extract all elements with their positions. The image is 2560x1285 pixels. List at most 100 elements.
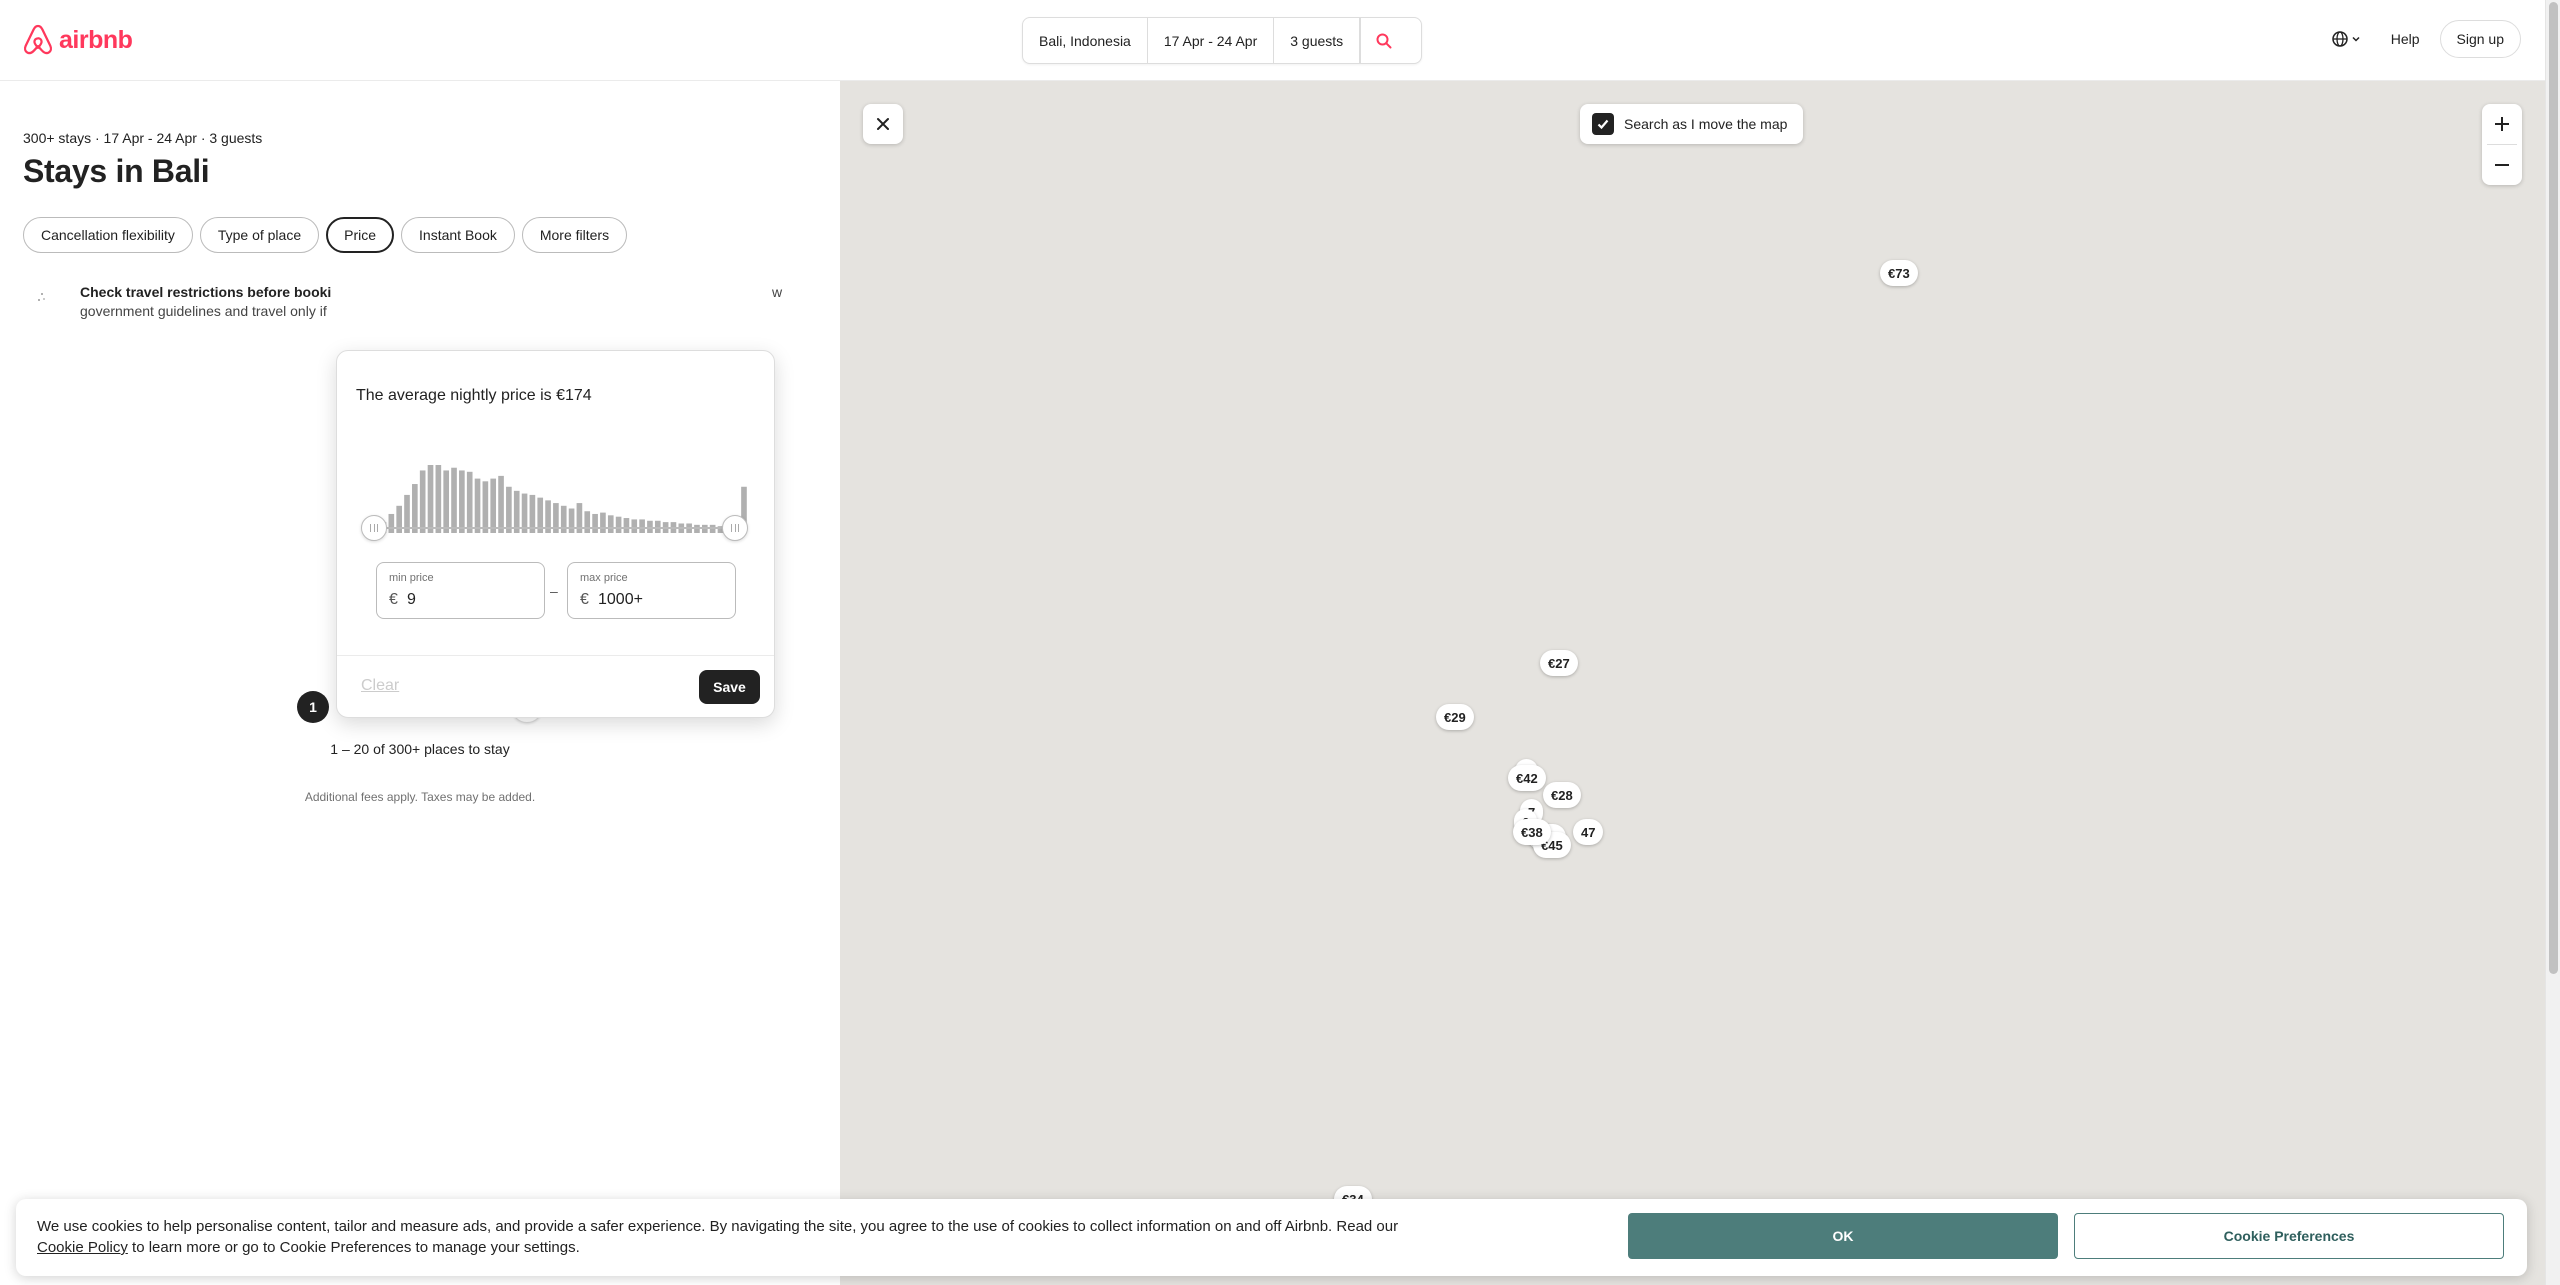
cookie-policy-link[interactable]: Cookie Policy [37,1239,128,1256]
search-guests[interactable]: 3 guests [1274,18,1361,63]
price-slider-track [374,527,736,529]
map-price-pin[interactable]: 47 [1573,819,1604,845]
signup-button[interactable]: Sign up [2439,20,2521,58]
filter-type-of-place[interactable]: Type of place [199,217,320,253]
max-price-currency: € [580,591,589,608]
histogram-bar [459,470,465,533]
cookie-text-after: to learn more or go to Cookie Preference… [132,1239,580,1256]
logo-text: airbnb [59,25,133,54]
language-button[interactable] [2322,23,2371,55]
price-filter-popover: The average nightly price is €174 min pr… [336,350,775,718]
histogram-bar [568,508,575,533]
histogram-bar [412,484,418,533]
page-title: Stays in Bali [23,153,210,189]
search-as-move-toggle[interactable]: Search as I move the map [1580,104,1803,144]
max-price-field[interactable]: max price € 1000+ [567,562,736,619]
average-price-text: The average nightly price is €174 [356,387,592,404]
histogram-bar [443,470,450,533]
histogram-bar [498,475,504,533]
min-price-currency: € [389,591,398,608]
histogram-bar [435,465,442,533]
min-price-field[interactable]: min price € 9 [376,562,545,619]
plus-icon [2495,117,2509,131]
zoom-in-button[interactable] [2482,104,2522,144]
page-scrollbar[interactable] [2545,0,2560,1285]
price-histogram [365,465,747,533]
search-icon [1376,33,1392,48]
search-as-move-checkbox[interactable] [1592,113,1614,135]
filter-cancellation-flexibility[interactable]: Cancellation flexibility [23,217,193,253]
fees-note: Additional fees apply. Taxes may be adde… [304,790,536,804]
close-map-button[interactable] [863,104,903,144]
map-price-pin[interactable]: €27 [1540,650,1578,676]
map-price-pin[interactable]: €73 [1880,260,1918,286]
histogram-bar [584,511,591,533]
info-icon [38,293,45,301]
page-1-button[interactable]: 1 [297,691,329,723]
map-price-pin[interactable]: €38 [1513,819,1551,845]
histogram-bar [427,465,434,533]
cookie-ok-button[interactable]: OK [1628,1213,2058,1259]
notice-body: government guidelines and travel only if [80,303,327,319]
header-actions: Help Sign up [2322,20,2521,58]
results-range: 1 – 20 of 300+ places to stay [330,741,510,757]
min-price-value[interactable]: 9 [407,591,416,609]
airbnb-logo[interactable]: airbnb [23,24,133,56]
histogram-bar [615,516,622,533]
map-price-pin[interactable]: €29 [1436,704,1474,730]
search-location[interactable]: Bali, Indonesia [1023,18,1148,63]
price-range-separator: – [550,583,558,599]
grip-icon [731,524,739,532]
zoom-out-button[interactable] [2482,145,2522,185]
help-link[interactable]: Help [2381,23,2430,55]
clear-button[interactable]: Clear [361,677,399,695]
search-dates[interactable]: 17 Apr - 24 Apr [1148,18,1275,63]
cookie-text: We use cookies to help personalise conte… [37,1216,1457,1258]
cookie-preferences-button[interactable]: Cookie Preferences [2074,1213,2504,1259]
cookie-banner: We use cookies to help personalise conte… [16,1199,2527,1276]
min-price-label: min price [389,572,434,584]
max-price-label: max price [580,572,628,584]
scrollbar-thumb[interactable] [2549,2,2558,974]
histogram-bar [600,512,606,533]
chevron-down-icon [2352,36,2360,42]
histogram-bar [490,478,497,533]
grip-icon [370,524,378,532]
popover-divider [337,655,774,656]
histogram-bar [474,478,481,533]
histogram-bar [607,515,614,533]
histogram-bar [482,481,489,533]
results-panel: 300+ stays · 17 Apr - 24 Apr · 3 guests … [0,81,840,1285]
histogram-bar [451,467,457,533]
app-root: airbnb Bali, Indonesia 17 Apr - 24 Apr 3… [0,0,2560,1285]
map-view[interactable]: Search as I move the map €73 €27 €29 3 7… [840,81,2545,1285]
globe-icon [2331,31,2348,47]
search-as-move-label: Search as I move the map [1624,116,1788,132]
histogram-bar [388,513,395,533]
checkmark-icon [1597,119,1609,130]
save-button[interactable]: Save [699,670,760,704]
filter-price[interactable]: Price [326,217,395,253]
histogram-bar [466,471,473,533]
filter-instant-book[interactable]: Instant Book [401,217,515,253]
min-price-handle[interactable] [361,515,387,541]
search-bar[interactable]: Bali, Indonesia 17 Apr - 24 Apr 3 guests [1022,17,1422,64]
notice-tail: w [772,284,783,300]
map-price-pin[interactable]: €42 [1508,765,1546,791]
results-subtitle: 300+ stays · 17 Apr - 24 Apr · 3 guests [23,130,263,146]
cookie-text-before: We use cookies to help personalise conte… [37,1218,1399,1235]
search-button[interactable] [1360,18,1406,63]
filter-more-filters[interactable]: More filters [521,217,628,253]
minus-icon [2495,164,2509,166]
filter-bar: Cancellation flexibility Type of place P… [23,217,628,253]
histogram-bar [419,470,426,533]
zoom-controls [2482,104,2522,185]
histogram-bar [623,518,630,533]
max-price-value[interactable]: 1000+ [598,591,643,609]
airbnb-logo-icon [23,24,53,55]
max-price-handle[interactable] [722,515,748,541]
histogram-bar [592,513,598,533]
close-icon [877,118,889,130]
notice-title: Check travel restrictions before booki [80,284,332,300]
map-price-pin[interactable]: €28 [1543,782,1581,808]
